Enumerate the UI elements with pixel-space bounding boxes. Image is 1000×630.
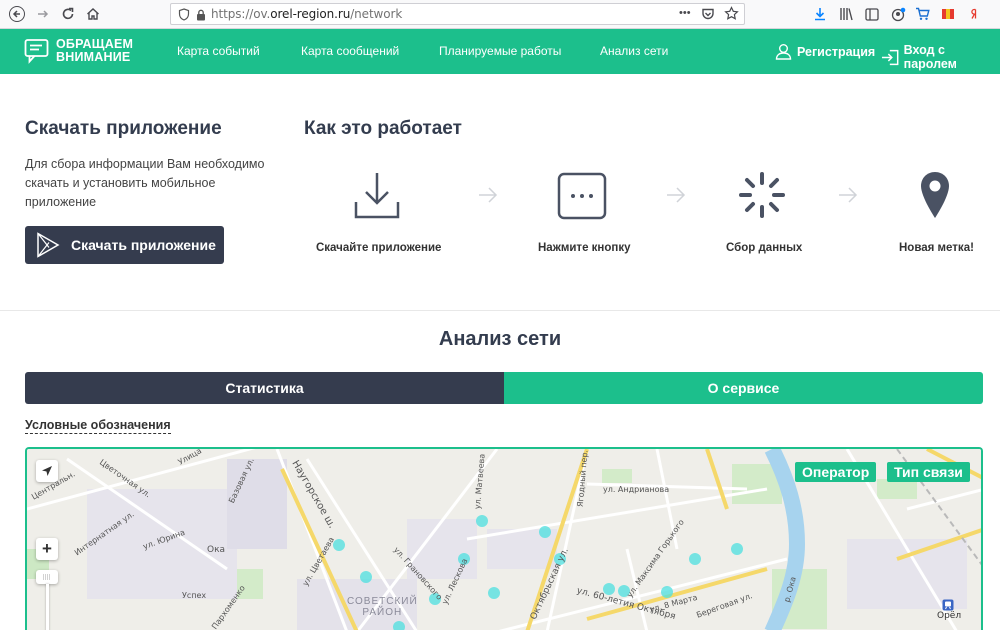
chat-bubble-icon <box>24 39 49 64</box>
address-bar[interactable]: https://ov.orel-region.ru/network ••• <box>170 3 745 25</box>
bookmark-star-icon[interactable] <box>724 6 739 26</box>
menu-item-planned-works[interactable]: Планируемые работы <box>439 44 561 58</box>
site-header: ОБРАЩАЕМ ВНИМАНИЕ Карта событий Карта со… <box>0 29 1000 74</box>
tab-statistics[interactable]: Статистика <box>25 372 504 404</box>
login-icon <box>881 49 899 65</box>
site-logo[interactable]: ОБРАЩАЕМ ВНИМАНИЕ <box>24 38 133 64</box>
navigation-arrow-icon <box>42 466 52 476</box>
library-icon[interactable] <box>838 6 854 22</box>
grip-icon <box>43 574 51 580</box>
reload-icon[interactable] <box>57 4 79 24</box>
district-line2: РАЙОН <box>362 607 403 618</box>
network-analysis-title: Анализ сети <box>438 328 562 350</box>
analysis-tabs: Статистика О сервисе <box>25 372 983 404</box>
step-press-button-label: Нажмите кнопку <box>538 242 631 254</box>
download-button-label: Скачать приложение <box>71 237 216 253</box>
street-label: Успех <box>182 591 207 600</box>
user-icon <box>775 44 792 60</box>
login-link[interactable]: Вход с паролем <box>881 43 1000 71</box>
pocket-icon[interactable] <box>701 7 715 26</box>
dots-button-icon <box>557 172 607 220</box>
download-icon <box>354 173 400 219</box>
step-new-marker-label: Новая метка! <box>899 242 974 254</box>
lock-icon[interactable] <box>196 8 206 26</box>
account-icon[interactable] <box>890 6 906 22</box>
logo-line2: ВНИМАНИЕ <box>56 50 131 64</box>
menu-item-network-analysis[interactable]: Анализ сети <box>600 44 668 58</box>
legend-link[interactable]: Условные обозначения <box>25 418 171 434</box>
geolocation-button[interactable] <box>36 460 58 482</box>
yandex-icon[interactable] <box>966 6 982 22</box>
login-label: Вход с паролем <box>903 43 957 71</box>
back-icon[interactable] <box>6 4 28 24</box>
zoom-slider-track[interactable] <box>46 584 49 630</box>
step-download-label: Скачайте приложение <box>316 242 442 254</box>
register-link[interactable]: Регистрация <box>775 43 875 60</box>
train-station-icon <box>942 599 954 611</box>
menu-item-events-map[interactable]: Карта событий <box>177 44 260 58</box>
home-icon[interactable] <box>82 4 104 24</box>
download-title: Скачать приложение <box>25 118 222 139</box>
zoom-in-button[interactable]: + <box>36 538 58 560</box>
download-arrow-icon[interactable] <box>812 6 828 22</box>
connection-type-filter-button[interactable]: Тип связи <box>887 462 970 482</box>
logo-text: ОБРАЩАЕМ ВНИМАНИЕ <box>56 38 133 64</box>
menu-item-messages-map[interactable]: Карта сообщений <box>301 44 399 58</box>
section-divider <box>0 310 1000 311</box>
how-it-works-title: Как это работает <box>304 118 462 139</box>
download-app-button[interactable]: Скачать приложение <box>25 226 224 264</box>
city-label: Орёл <box>937 611 962 621</box>
cart-icon[interactable] <box>914 6 930 22</box>
url-text: https://ov.orel-region.ru/network <box>211 7 403 21</box>
operator-filter-button[interactable]: Оператор <box>795 462 877 482</box>
shield-icon[interactable] <box>178 8 190 26</box>
street-label: Ока <box>207 545 226 555</box>
page-actions-icon[interactable]: ••• <box>679 7 691 19</box>
street-label: ул. Андрианова <box>603 485 670 494</box>
network-map[interactable]: СОВЕТСКИЙ РАЙОН Цветочная ул. Центральн.… <box>25 447 983 630</box>
map-pin-icon <box>921 172 949 218</box>
step-arrow-icon <box>839 187 858 203</box>
step-data-collection-label: Сбор данных <box>726 242 803 254</box>
tab-about-service[interactable]: О сервисе <box>504 372 983 404</box>
forward-icon[interactable] <box>32 4 54 24</box>
district-line1: СОВЕТСКИЙ <box>347 596 418 607</box>
extension-flag-icon[interactable] <box>940 6 956 22</box>
zoom-slider-handle[interactable] <box>36 570 58 584</box>
loading-spinner-icon <box>739 172 785 218</box>
browser-toolbar: https://ov.orel-region.ru/network ••• <box>0 0 1000 29</box>
download-description: Для сбора информации Вам необходимо скач… <box>25 157 265 209</box>
step-arrow-icon <box>667 187 686 203</box>
step-arrow-icon <box>479 187 498 203</box>
play-store-icon <box>37 232 60 258</box>
district-label: СОВЕТСКИЙ РАЙОН <box>347 596 418 618</box>
sidebar-icon[interactable] <box>864 6 880 22</box>
register-label: Регистрация <box>797 44 876 59</box>
